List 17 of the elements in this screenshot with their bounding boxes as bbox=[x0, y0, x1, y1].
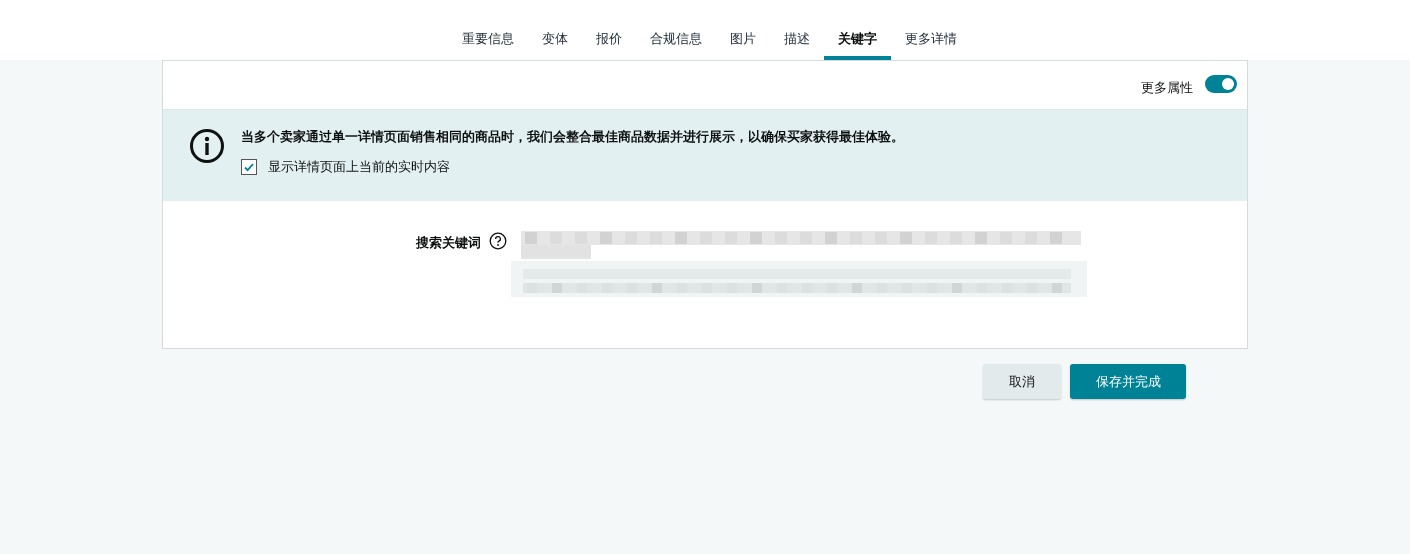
tab[interactable]: 合规信息 bbox=[635, 0, 716, 60]
notice-text: 当多个卖家通过单一详情页面销售相同的商品时，我们会整合最佳商品数据并进行展示，以确保买家获得最佳体验。 bbox=[241, 128, 904, 146]
toggle-label: 更多属性 bbox=[1141, 79, 1193, 98]
tab[interactable]: 变体 bbox=[527, 0, 582, 60]
checkbox-label: 显示详情页面上当前的实时内容 bbox=[268, 157, 450, 176]
tab[interactable]: 更多详情 bbox=[890, 0, 971, 60]
tab[interactable]: 重要信息 bbox=[447, 0, 528, 60]
tab[interactable]: 图片 bbox=[715, 0, 770, 60]
checkbox[interactable] bbox=[241, 158, 257, 175]
help-icon bbox=[489, 232, 507, 250]
info-icon bbox=[189, 128, 225, 164]
field-label: 搜索关键词 bbox=[416, 234, 481, 252]
cancel-button[interactable]: 取消 bbox=[983, 364, 1061, 399]
tab[interactable]: 描述 bbox=[769, 0, 824, 60]
tab[interactable]: 报价 bbox=[581, 0, 636, 60]
toggle-switch[interactable] bbox=[1205, 75, 1237, 93]
save-button[interactable]: 保存并完成 bbox=[1070, 364, 1186, 399]
